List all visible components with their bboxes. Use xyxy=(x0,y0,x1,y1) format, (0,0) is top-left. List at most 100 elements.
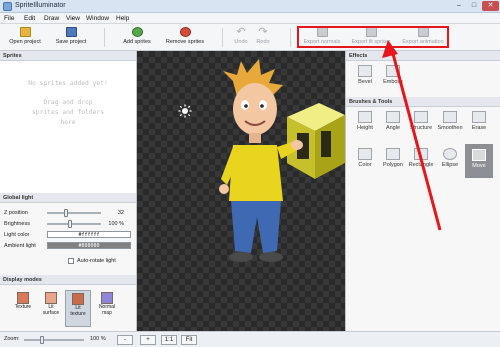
tool-label: Ellipse xyxy=(441,162,459,168)
brightness-value: 100 % xyxy=(108,221,124,227)
brushes-tools-header: Brushes & Tools xyxy=(346,97,500,107)
emboss-button[interactable]: Emboss xyxy=(380,63,406,93)
zoom-label: Zoom: xyxy=(4,336,20,342)
display-mode-lit-texture[interactable]: Lit texture xyxy=(65,290,91,327)
zoom-fit-button[interactable]: Fit xyxy=(181,335,197,345)
light-color-field[interactable]: #ffffff xyxy=(47,231,131,238)
toolbar: Open project Save project Add sprites Re… xyxy=(0,24,500,51)
z-position-slider-thumb[interactable] xyxy=(63,209,68,217)
tool-erase[interactable]: Erase xyxy=(466,109,492,139)
zoom-actual-size-button[interactable]: 1:1 xyxy=(161,335,177,345)
bevel-button[interactable]: Bevel xyxy=(352,63,378,93)
menu-draw[interactable]: Draw xyxy=(44,15,59,22)
light-color-label: Light color xyxy=(4,232,30,238)
minimize-button[interactable]: – xyxy=(452,1,466,11)
export-lit-sprites-icon xyxy=(365,27,377,37)
toolbar-divider xyxy=(104,28,105,47)
remove-sprites-button[interactable]: Remove sprites xyxy=(160,25,210,50)
add-sprites-button[interactable]: Add sprites xyxy=(116,25,158,50)
sprite-canvas[interactable] xyxy=(137,51,345,331)
z-position-slider[interactable] xyxy=(47,212,101,214)
ambient-light-field[interactable]: #808080 xyxy=(47,242,131,249)
display-mode-texture[interactable]: Texture xyxy=(10,290,36,327)
export-normals-button[interactable]: Export normals xyxy=(300,25,344,50)
bevel-label: Bevel xyxy=(358,79,372,85)
lit-texture-icon xyxy=(72,293,84,305)
toolbar-divider xyxy=(222,28,223,47)
ellipse-icon xyxy=(443,148,457,160)
title-bar: SpriteIlluminator – □ ✕ xyxy=(0,0,500,13)
tool-smoothen[interactable]: Smoothen xyxy=(437,109,463,139)
tool-structure[interactable]: Structure xyxy=(408,109,434,139)
auto-rotate-label: Auto-rotate light xyxy=(77,258,116,264)
menu-help[interactable]: Help xyxy=(116,15,129,22)
effects-header: Effects xyxy=(346,51,500,61)
zoom-slider[interactable] xyxy=(24,339,84,341)
add-sprites-label: Add sprites xyxy=(123,39,151,45)
export-animation-icon xyxy=(417,27,429,37)
display-mode-lit-surface[interactable]: Lit surface xyxy=(38,290,64,327)
open-project-button[interactable]: Open project xyxy=(4,25,46,50)
tool-label: Polygon xyxy=(383,162,403,168)
window-title: SpriteIlluminator xyxy=(15,2,66,9)
tool-polygon[interactable]: Polygon xyxy=(380,146,406,176)
tool-label: Color xyxy=(358,162,372,168)
brightness-slider[interactable] xyxy=(47,223,101,225)
texture-icon xyxy=(17,292,29,304)
empty-message-line: Drag and drop xyxy=(43,99,93,106)
empty-message-line: here xyxy=(60,119,76,126)
tool-color[interactable]: Color xyxy=(352,146,378,176)
brightness-slider-thumb[interactable] xyxy=(67,220,72,228)
zoom-slider-thumb[interactable] xyxy=(40,336,44,344)
undo-icon: ↶ xyxy=(236,26,246,38)
tool-ellipse[interactable]: Ellipse xyxy=(437,146,463,176)
tool-label: Structure xyxy=(409,125,433,131)
undo-label: Undo xyxy=(234,39,248,45)
emboss-icon xyxy=(386,65,400,77)
tool-angle[interactable]: Angle xyxy=(380,109,406,139)
tool-label: Move xyxy=(472,163,486,169)
rectangle-icon xyxy=(414,148,428,160)
save-project-button[interactable]: Save project xyxy=(50,25,92,50)
ambient-light-label: Ambient light xyxy=(4,243,36,249)
open-project-label: Open project xyxy=(9,39,41,45)
tool-rectangle[interactable]: Rectangle xyxy=(408,146,434,176)
export-lit-sprites-button[interactable]: Export lit sprites xyxy=(348,25,394,50)
sprites-drop-area[interactable]: No sprites added yet! Drag and drop spri… xyxy=(0,61,136,193)
redo-icon: ↷ xyxy=(258,26,268,38)
tool-label: Smoothen xyxy=(437,125,463,131)
close-button[interactable]: ✕ xyxy=(482,1,499,11)
light-source-icon[interactable] xyxy=(178,104,192,118)
color-picker-icon xyxy=(358,148,372,160)
tool-label: Rectangle xyxy=(408,162,434,168)
menu-edit[interactable]: Edit xyxy=(24,15,35,22)
menu-bar: File Edit Draw View Window Help xyxy=(0,13,500,24)
normal-map-icon xyxy=(101,292,113,304)
move-icon xyxy=(472,149,486,161)
tool-height[interactable]: Height xyxy=(352,109,378,139)
remove-sprites-label: Remove sprites xyxy=(165,39,205,45)
zoom-out-button[interactable]: - xyxy=(117,335,133,345)
global-light-header: Global light xyxy=(0,193,136,203)
redo-button[interactable]: ↷ Redo xyxy=(252,25,274,50)
maximize-button[interactable]: □ xyxy=(467,1,481,11)
status-bar: Zoom: 100 % - + 1:1 Fit xyxy=(0,331,500,347)
structure-brush-icon xyxy=(414,111,428,123)
emboss-label: Emboss xyxy=(383,79,403,85)
export-lit-sprites-label: Export lit sprites xyxy=(351,39,391,45)
display-mode-normal-map[interactable]: Normal map xyxy=(94,290,120,327)
zoom-in-button[interactable]: + xyxy=(140,335,156,345)
undo-button[interactable]: ↶ Undo xyxy=(230,25,252,50)
export-normals-label: Export normals xyxy=(303,39,341,45)
app-icon xyxy=(3,2,12,11)
menu-window[interactable]: Window xyxy=(86,15,109,22)
lit-surface-icon xyxy=(45,292,57,304)
sprites-panel-header: Sprites xyxy=(0,51,136,61)
auto-rotate-checkbox[interactable] xyxy=(68,258,74,264)
menu-view[interactable]: View xyxy=(66,15,80,22)
export-animation-button[interactable]: Export animation xyxy=(400,25,446,50)
menu-file[interactable]: File xyxy=(4,15,14,22)
tool-move[interactable]: Move xyxy=(465,144,493,178)
z-position-label: Z position xyxy=(4,210,28,216)
tool-label: Height xyxy=(357,125,373,131)
